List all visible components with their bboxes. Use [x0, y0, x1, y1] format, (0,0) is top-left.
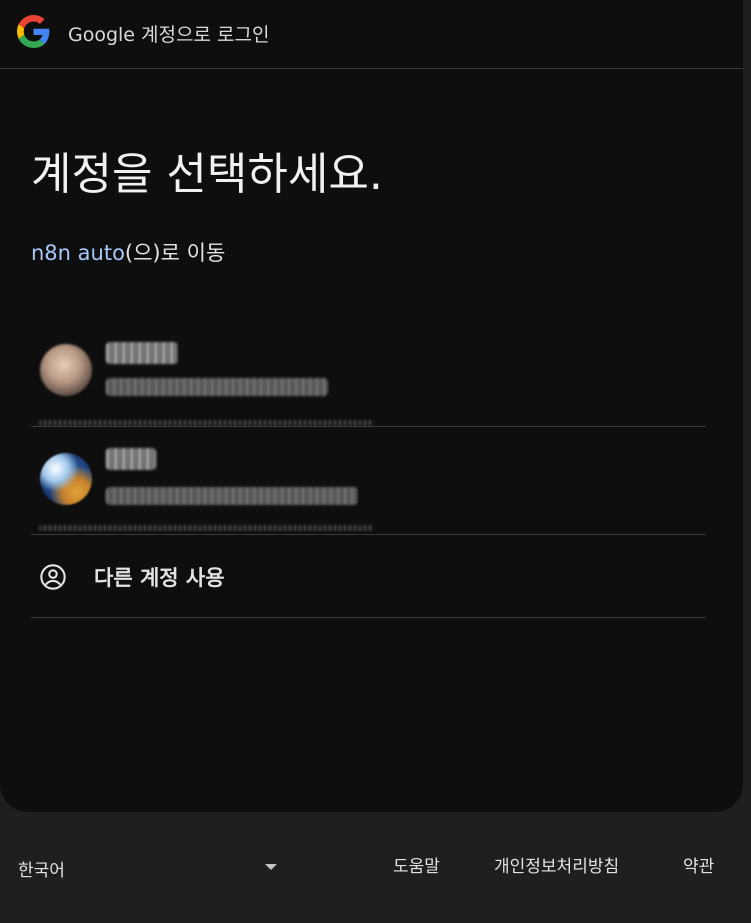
continue-to-line: n8n auto(으)로 이동: [31, 237, 225, 267]
avatar: [40, 453, 92, 505]
privacy-link[interactable]: 개인정보처리방침: [494, 852, 619, 877]
account-name-redacted: [106, 342, 178, 364]
account-item[interactable]: [31, 326, 706, 427]
account-email-redacted: [106, 378, 328, 396]
use-another-account-label: 다른 계정 사용: [94, 566, 225, 590]
continue-suffix: (으)로 이동: [124, 241, 226, 265]
redaction-artifact: [39, 525, 374, 531]
footer: 한국어 도움말 개인정보처리방침 약관: [0, 812, 751, 923]
language-label: 한국어: [18, 861, 65, 881]
terms-link[interactable]: 약관: [683, 852, 714, 877]
language-select[interactable]: 한국어: [12, 847, 288, 887]
avatar: [40, 344, 92, 396]
header: Google 계정으로 로그인: [0, 0, 743, 69]
app-name-link[interactable]: n8n auto: [31, 241, 125, 265]
help-link[interactable]: 도움말: [393, 852, 440, 877]
use-another-account-button[interactable]: 다른 계정 사용: [31, 535, 706, 618]
page-title: 계정을 선택하세요.: [31, 149, 383, 200]
redaction-artifact: [39, 420, 374, 426]
account-email-redacted: [106, 487, 358, 505]
header-title: Google 계정으로 로그인: [68, 24, 270, 46]
caret-down-icon: [265, 864, 277, 870]
account-item[interactable]: [31, 427, 706, 535]
account-circle-icon: [40, 564, 66, 590]
account-name-redacted: [106, 448, 156, 470]
sign-in-card: Google 계정으로 로그인 계정을 선택하세요. n8n auto(으)로 …: [0, 0, 743, 812]
google-g-icon: [17, 15, 50, 48]
